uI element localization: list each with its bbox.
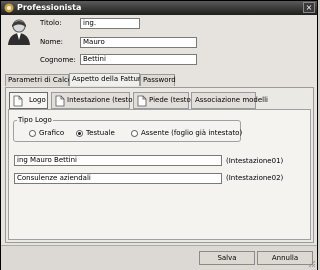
radio-assente[interactable] [131, 130, 138, 137]
intestazione01-field[interactable]: ing Mauro Bettini [14, 155, 222, 166]
subtab-associazione-label: Associazione modelli [195, 96, 269, 104]
subtab-piede-label: Piede (testo) [149, 96, 194, 104]
tab-aspetto-della-fattura[interactable]: Aspetto della Fattura [69, 73, 145, 86]
title-bar[interactable]: Professionista × [1, 1, 317, 15]
document-icon [137, 95, 147, 107]
cognome-label: Cognome: [40, 56, 76, 64]
intestazione02-field[interactable]: Consulenze aziendali [14, 173, 222, 184]
tipo-logo-legend: Tipo Logo [17, 116, 53, 124]
radio-testuale[interactable] [76, 130, 83, 137]
intestazione01-tag: (Intestazione01) [226, 157, 284, 165]
subtab-piede[interactable]: Piede (testo) [133, 92, 193, 109]
cancel-button[interactable]: Annulla [257, 251, 313, 265]
subtab-intestazione-label: Intestazione (testo) [67, 96, 136, 104]
tab-parametri-di-calcolo[interactable]: Parametri di Calcolo [5, 74, 78, 86]
titolo-field[interactable]: ing. [80, 18, 140, 29]
subtab-intestazione[interactable]: Intestazione (testo) [51, 92, 135, 109]
window-title: Professionista [17, 3, 82, 12]
intestazione02-tag: (Intestazione02) [226, 174, 284, 182]
radio-assente-label: Assente (foglio già intestato) [141, 129, 243, 137]
cognome-field[interactable]: Bettini [80, 54, 197, 65]
radio-grafico[interactable] [29, 130, 36, 137]
tab-password[interactable]: Password [140, 74, 176, 86]
subtab-logo[interactable]: Logo [9, 92, 48, 109]
close-button[interactable]: × [303, 2, 315, 13]
dialog-window: Professionista × Titolo: ing. Nome: Maur… [0, 0, 318, 270]
resize-grip-icon[interactable] [308, 260, 316, 268]
radio-grafico-label: Grafico [39, 129, 65, 137]
document-icon [13, 95, 23, 107]
nome-field[interactable]: Mauro [80, 37, 197, 48]
subtab-logo-label: Logo [29, 96, 46, 104]
radio-testuale-label: Testuale [86, 129, 115, 137]
save-button[interactable]: Salva [199, 251, 255, 265]
subtab-associazione-modelli[interactable]: Associazione modelli [191, 92, 268, 109]
document-icon [55, 95, 65, 107]
app-icon [4, 3, 14, 13]
nome-label: Nome: [40, 38, 64, 46]
user-avatar-icon [8, 19, 30, 45]
titolo-label: Titolo: [40, 19, 62, 27]
